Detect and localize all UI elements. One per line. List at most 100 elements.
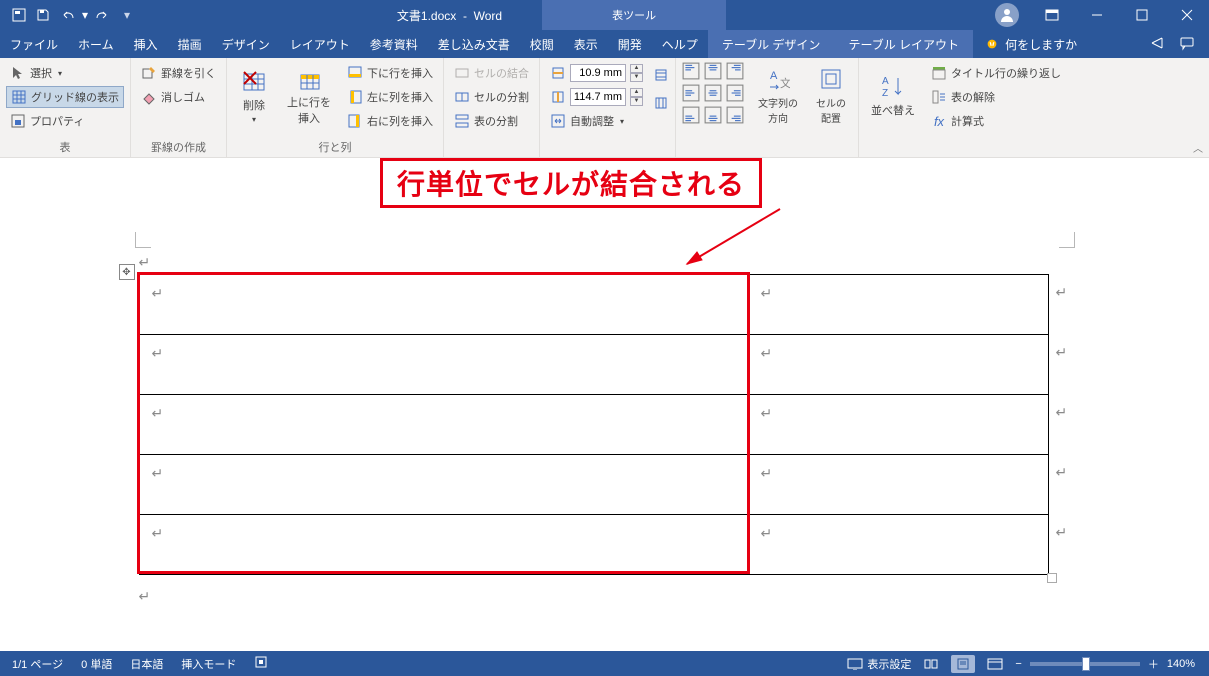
split-cells-button[interactable]: セルの分割 [450,86,533,108]
align-tc-button[interactable] [704,62,724,82]
distribute-rows-button[interactable] [653,64,669,86]
tab-view[interactable]: 表示 [564,30,608,58]
col-width-field[interactable]: ▲▼ [546,86,647,108]
width-down-icon[interactable]: ▼ [630,97,643,106]
align-bl-button[interactable] [682,106,702,126]
table-cell[interactable]: ↵ [748,275,1048,335]
status-language[interactable]: 日本語 [130,656,163,672]
view-gridlines-button[interactable]: グリッド線の表示 [6,86,124,108]
status-word-count[interactable]: 0 単語 [81,656,112,672]
insert-above-button[interactable]: 上に行を 挿入 [281,62,337,128]
tab-insert[interactable]: 挿入 [124,30,168,58]
table-resize-handle[interactable] [1047,573,1057,583]
zoom-out-button[interactable]: − [1015,658,1021,670]
col-width-input[interactable] [570,88,626,106]
tab-developer[interactable]: 開発 [608,30,652,58]
properties-button[interactable]: プロパティ [6,110,124,132]
group-alignment: A文 文字列の 方向 セルの 配置 [676,58,859,157]
close-icon[interactable] [1164,0,1209,30]
distribute-cols-button[interactable] [653,92,669,114]
display-settings-button[interactable]: 表示設定 [847,656,911,672]
minimize-icon[interactable] [1074,0,1119,30]
status-insert-mode[interactable]: 挿入モード [181,656,236,672]
tab-review[interactable]: 校閲 [520,30,564,58]
table-cell[interactable]: ↵ [748,455,1048,515]
comments-icon[interactable] [1179,35,1195,54]
annotation-selection-box [137,272,750,574]
formula-button[interactable]: fx 計算式 [927,110,1065,132]
status-page[interactable]: 1/1 ページ [12,656,63,672]
align-bc-button[interactable] [704,106,724,126]
document-title: 文書1.docx - Word [397,7,502,24]
height-down-icon[interactable]: ▼ [630,73,643,82]
print-layout-button[interactable] [951,655,975,673]
ribbon-display-options-icon[interactable] [1029,0,1074,30]
table-cell[interactable]: ↵ [748,515,1048,575]
row-height-input[interactable] [570,64,626,82]
zoom-percent[interactable]: 140% [1167,658,1195,670]
convert-to-text-button[interactable]: 表の解除 [927,86,1065,108]
alignment-grid [682,62,746,126]
align-tr-button[interactable] [726,62,746,82]
row-height-field[interactable]: ▲▼ [546,62,647,84]
height-up-icon[interactable]: ▲ [630,64,643,73]
zoom-in-button[interactable]: ＋ [1148,656,1159,672]
undo-dropdown-icon[interactable]: ▾ [80,4,90,26]
ribbon: 選択▾ グリッド線の表示 プロパティ 表 罫線を引く [0,58,1209,158]
group-draw-borders: 罫線を引く 消しゴム 罫線の作成 [131,58,227,157]
quick-access-toolbar: ▾ ▾ [0,4,138,26]
select-button[interactable]: 選択▾ [6,62,124,84]
merge-cells-button: セルの結合 [450,62,533,84]
undo-icon[interactable] [56,4,78,26]
tab-file[interactable]: ファイル [0,30,68,58]
save-icon[interactable] [32,4,54,26]
split-table-button[interactable]: 表の分割 [450,110,533,132]
align-tl-button[interactable] [682,62,702,82]
align-mr-button[interactable] [726,84,746,104]
tab-layout[interactable]: レイアウト [280,30,360,58]
align-br-button[interactable] [726,106,746,126]
zoom-slider-thumb[interactable] [1082,657,1090,671]
web-layout-button[interactable] [983,655,1007,673]
tab-draw[interactable]: 描画 [168,30,212,58]
table-move-handle[interactable]: ✥ [119,264,135,280]
autofit-button[interactable]: 自動調整▾ [546,110,647,132]
draw-table-button[interactable]: 罫線を引く [137,62,220,84]
delete-button[interactable]: 削除▾ [233,62,275,128]
align-mc-button[interactable] [704,84,724,104]
table-cell[interactable]: ↵ [748,335,1048,395]
share-icon[interactable] [1149,35,1165,54]
end-of-row-mark: ↵ [1056,284,1068,301]
tab-table-layout[interactable]: テーブル レイアウト [834,30,973,58]
tab-design[interactable]: デザイン [212,30,280,58]
autosave-icon[interactable] [8,4,30,26]
margin-corner-tr [1059,232,1075,248]
status-macro-icon[interactable] [254,655,268,672]
read-mode-button[interactable] [919,655,943,673]
insert-left-button[interactable]: 左に列を挿入 [343,86,437,108]
end-of-row-mark: ↵ [1056,404,1068,421]
tab-mailings[interactable]: 差し込み文書 [428,30,520,58]
tab-references[interactable]: 参考資料 [360,30,428,58]
document-area[interactable]: ✥ ↵ ↵↵↵↵↵↵↵↵↵↵ ↵↵↵↵↵ ↵ 行単位でセルが結合される [0,158,1209,651]
account-avatar[interactable] [995,3,1019,27]
qat-customize-icon[interactable]: ▾ [116,4,138,26]
insert-right-button[interactable]: 右に列を挿入 [343,110,437,132]
zoom-slider[interactable] [1030,662,1140,666]
width-up-icon[interactable]: ▲ [630,88,643,97]
text-direction-button[interactable]: A文 文字列の 方向 [752,62,804,128]
tell-me-search[interactable]: 何をしますか [973,30,1149,58]
align-ml-button[interactable] [682,84,702,104]
eraser-button[interactable]: 消しゴム [137,86,220,108]
table-cell[interactable]: ↵ [748,395,1048,455]
maximize-icon[interactable] [1119,0,1164,30]
collapse-ribbon-icon[interactable]: ︿ [1193,140,1203,155]
tab-help[interactable]: ヘルプ [652,30,708,58]
insert-below-button[interactable]: 下に行を挿入 [343,62,437,84]
cell-margins-button[interactable]: セルの 配置 [810,62,852,128]
redo-icon[interactable] [92,4,114,26]
repeat-header-button[interactable]: タイトル行の繰り返し [927,62,1065,84]
sort-button[interactable]: AZ 並べ替え [865,62,921,128]
tab-table-design[interactable]: テーブル デザイン [708,30,835,58]
tab-home[interactable]: ホーム [68,30,124,58]
